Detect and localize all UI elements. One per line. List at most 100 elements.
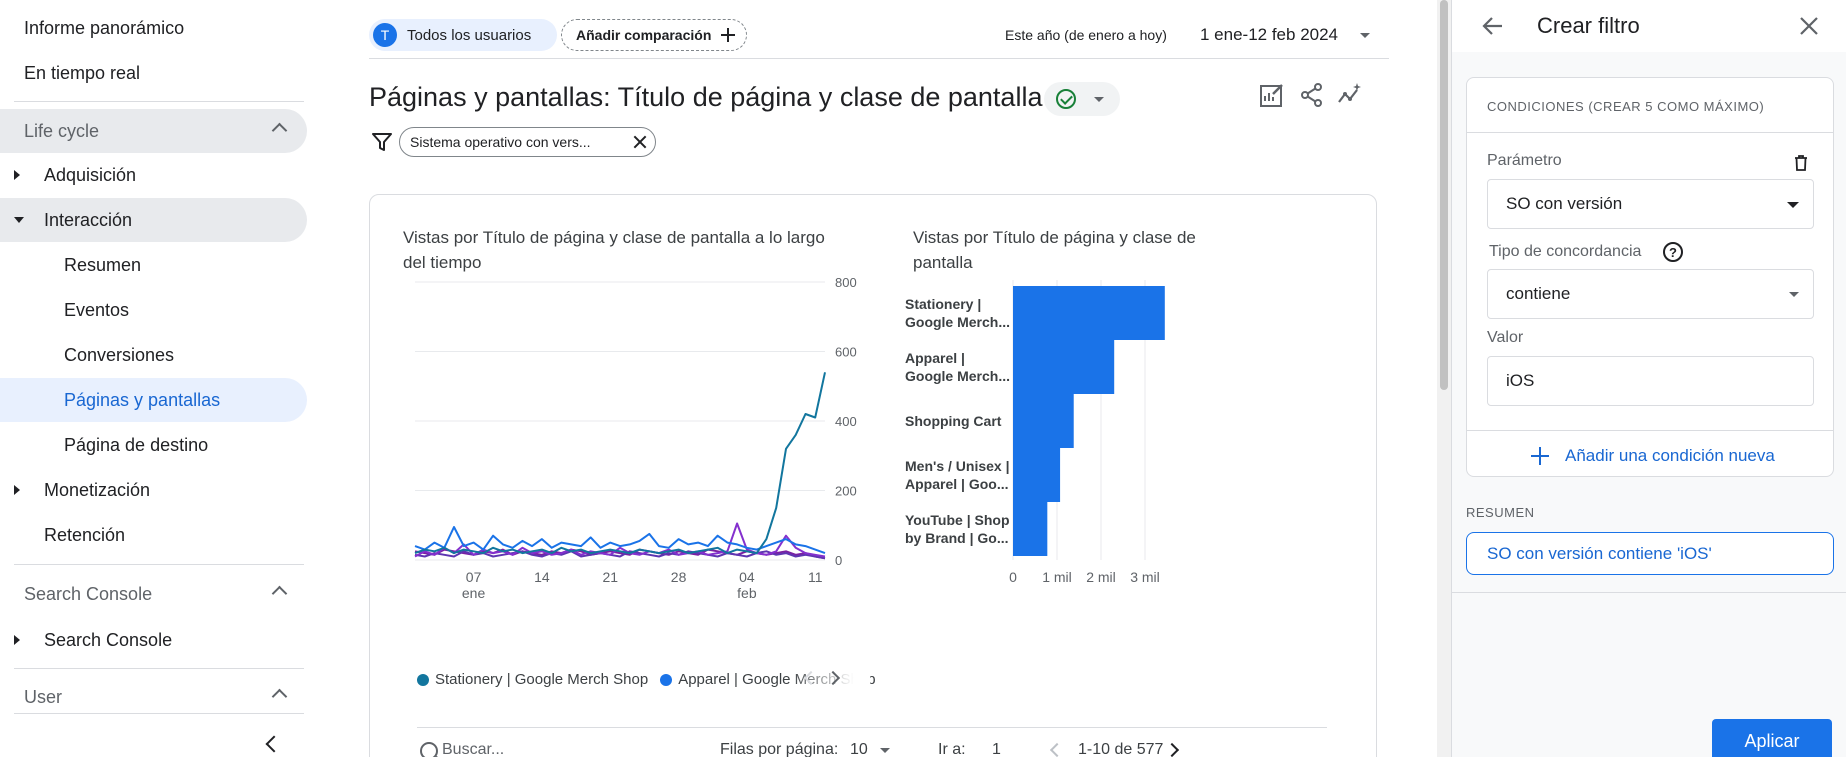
plus-icon [721, 28, 736, 42]
insights-icon[interactable] [1337, 82, 1363, 108]
prev-page-icon[interactable] [1049, 742, 1065, 757]
legend-dot [417, 673, 429, 686]
summary-text: SO con versión contiene 'iOS' [1466, 532, 1834, 575]
back-arrow-icon[interactable] [1482, 15, 1504, 37]
conditions-divider [1467, 132, 1833, 133]
panel-divider [1452, 592, 1846, 593]
bar-category-label: by Brand | Go... [905, 530, 1008, 546]
check-circle-icon [1056, 89, 1076, 109]
sidebar-item-retencion[interactable]: Retención [0, 513, 125, 557]
top-bar-divider [369, 58, 1389, 59]
series-line [414, 526, 826, 555]
section-user-label: User [24, 686, 63, 707]
share-icon[interactable] [1299, 82, 1325, 108]
sidebar-item-adquisicion[interactable]: Adquisición [0, 153, 136, 197]
sidebar-divider [14, 101, 304, 102]
avatar: T [373, 23, 397, 47]
sidebar-item-conversiones[interactable]: Conversiones [0, 333, 174, 377]
bar-chart-title: Vistas por Título de página y clase de p… [913, 228, 1196, 272]
apply-button[interactable]: Aplicar [1712, 719, 1832, 757]
goto-label: Ir a: [938, 741, 966, 757]
x-tick-sublabel: feb [737, 585, 757, 601]
sidebar-item-label: Adquisición [44, 164, 137, 185]
sidebar-item-eventos[interactable]: Eventos [0, 288, 129, 332]
chevron-up-icon [271, 585, 288, 602]
sidebar-item-informe-panoramico[interactable]: Informe panorámico [0, 6, 184, 50]
section-life-cycle[interactable]: Life cycle [0, 109, 307, 153]
chevron-down-icon[interactable] [880, 748, 890, 753]
sidebar-item-paginas-y-pantallas[interactable]: Páginas y pantallas [0, 378, 307, 422]
customize-report-icon[interactable] [1259, 82, 1285, 108]
add-condition-button[interactable]: Añadir una condición nueva [1531, 446, 1775, 466]
bar-category-label: Shopping Cart [905, 413, 1002, 429]
x-tick-label: 28 [671, 569, 687, 585]
close-icon[interactable] [633, 135, 647, 149]
bar [1013, 340, 1115, 394]
x-tick-label: 11 [808, 569, 823, 585]
rows-per-page-label: Filas por página: [720, 741, 839, 757]
parameter-label: Parámetro [1487, 152, 1562, 169]
sidebar-item-interaccion[interactable]: Interacción [0, 198, 307, 242]
goto-input[interactable]: 1 [992, 741, 1001, 757]
sidebar-divider [14, 668, 304, 669]
section-search-console[interactable]: Search Console [0, 572, 307, 616]
x-tick-sublabel: ene [462, 585, 486, 601]
collapse-sidebar-icon[interactable] [265, 735, 283, 753]
chevron-up-icon [271, 122, 288, 139]
data-quality-chip[interactable] [1044, 82, 1120, 116]
date-range-value[interactable]: 1 ene-12 feb 2024 [1200, 25, 1338, 45]
main-scrollbar[interactable] [1437, 0, 1451, 757]
search-icon[interactable] [420, 742, 438, 757]
y-tick-label: 800 [835, 275, 857, 290]
bar [1013, 448, 1061, 502]
summary-label: RESUMEN [1466, 505, 1535, 520]
conditions-header: CONDICIONES (CREAR 5 COMO MÁXIMO) [1487, 99, 1765, 114]
x-tick-label: 04 [739, 569, 755, 585]
sidebar-item-pagina-de-destino[interactable]: Página de destino [0, 423, 208, 467]
add-comparison-button[interactable]: Añadir comparación [561, 19, 747, 51]
caret-right-icon [14, 485, 20, 495]
page-title: Páginas y pantallas: Título de página y … [369, 82, 1043, 112]
scrollbar-thumb[interactable] [1440, 0, 1448, 390]
filter-icon[interactable] [371, 131, 393, 153]
next-page-icon[interactable] [1164, 742, 1180, 757]
value-input[interactable]: iOS [1487, 356, 1814, 406]
sidebar-item-tiempo-real[interactable]: En tiempo real [0, 51, 140, 95]
sidebar: Informe panorámico En tiempo real Life c… [0, 0, 307, 757]
match-type-select[interactable]: contiene [1487, 269, 1814, 319]
rows-per-page-select[interactable]: 10 [850, 741, 868, 757]
user-segment-label: Todos los usuarios [407, 26, 532, 44]
x-tick-label: 1 mil [1042, 569, 1072, 585]
active-filter-chip[interactable]: Sistema operativo con vers... [399, 127, 656, 157]
x-tick-label: 0 [1009, 569, 1017, 585]
close-icon[interactable] [1798, 15, 1820, 37]
bar-category-label: Men's / Unisex | [905, 458, 1010, 474]
bar-category-label: YouTube | Shop [905, 512, 1010, 528]
line-chart-title: Vistas por Título de página y clase de p… [403, 228, 825, 272]
sidebar-divider [14, 713, 304, 714]
date-range-label[interactable]: Este año (de enero a hoy) [1005, 27, 1167, 43]
sidebar-item-resumen[interactable]: Resumen [0, 243, 141, 287]
y-tick-label: 400 [835, 414, 857, 429]
x-tick-label: 2 mil [1086, 569, 1116, 585]
bar [1013, 394, 1074, 448]
chevron-up-icon [271, 688, 288, 705]
x-tick-label: 07 [466, 569, 482, 585]
chevron-down-icon[interactable] [1360, 33, 1370, 38]
table-search-input[interactable]: Buscar... [442, 741, 504, 757]
sidebar-item-monetizacion[interactable]: Monetización [0, 468, 150, 512]
bar-category-label: Apparel | Goo... [905, 476, 1008, 492]
sidebar-item-label: Monetización [44, 479, 151, 500]
user-segment-chip[interactable]: T Todos los usuarios [369, 19, 557, 51]
x-tick-label: 3 mil [1130, 569, 1160, 585]
panel-title: Crear filtro [1537, 13, 1640, 38]
trash-icon[interactable] [1794, 155, 1808, 171]
help-icon[interactable]: ? [1663, 242, 1683, 262]
conditions-box: CONDICIONES (CREAR 5 COMO MÁXIMO) Paráme… [1466, 77, 1834, 477]
add-comparison-label: Añadir comparación [576, 27, 712, 43]
parameter-select[interactable]: SO con versión [1487, 179, 1814, 229]
legend-entry-1[interactable]: Stationery | Google Merch Shop [435, 671, 648, 688]
create-filter-panel: Crear filtro CONDICIONES (CREAR 5 COMO M… [1451, 0, 1846, 757]
caret-right-icon [14, 635, 20, 645]
sidebar-item-search-console[interactable]: Search Console [0, 618, 172, 662]
